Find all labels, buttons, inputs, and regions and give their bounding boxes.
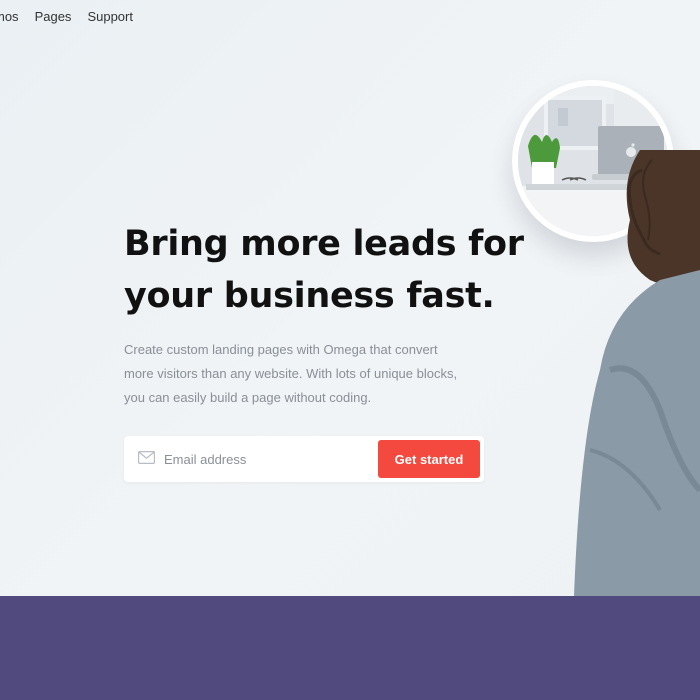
email-field[interactable] bbox=[164, 444, 364, 474]
hero-section: mos Pages Support Bring more leads for y… bbox=[0, 0, 700, 596]
woman-photo bbox=[570, 150, 700, 596]
nav-item-demos[interactable]: mos bbox=[0, 9, 19, 24]
woman-illustration bbox=[574, 150, 700, 596]
nav-item-pages[interactable]: Pages bbox=[35, 9, 72, 24]
mail-icon bbox=[138, 451, 155, 464]
footer-band bbox=[0, 596, 700, 700]
top-nav: mos Pages Support bbox=[0, 9, 133, 24]
headline-line-2: your business fast. bbox=[124, 276, 495, 316]
hero-subtext: Create custom landing pages with Omega t… bbox=[124, 342, 458, 405]
get-started-button[interactable]: Get started bbox=[378, 440, 480, 478]
email-signup-form: Get started bbox=[124, 436, 484, 482]
hero-headline: Bring more leads for your business fast. bbox=[124, 218, 544, 322]
headline-line-1: Bring more leads for bbox=[124, 224, 524, 264]
nav-item-support[interactable]: Support bbox=[87, 9, 133, 24]
